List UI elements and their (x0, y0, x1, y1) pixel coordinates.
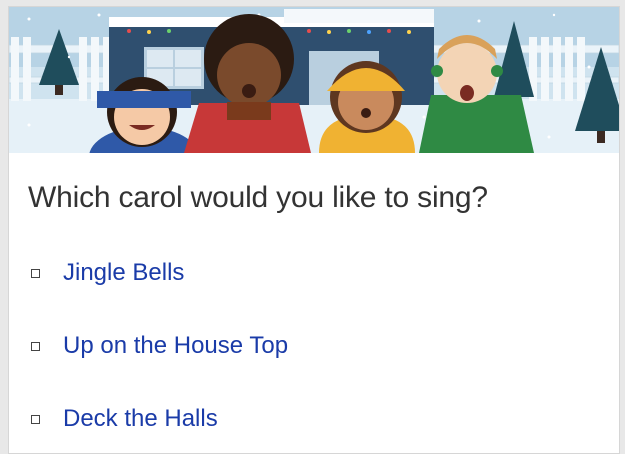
survey-card: Which carol would you like to sing? Jing… (8, 6, 620, 454)
option-up-on-the-house-top[interactable]: Up on the House Top (28, 326, 288, 366)
carolers-banner-image (9, 7, 619, 153)
option-label[interactable]: Jingle Bells (63, 259, 184, 287)
checkbox-icon[interactable] (31, 268, 40, 278)
option-deck-the-halls[interactable]: Deck the Halls (28, 399, 218, 439)
option-label[interactable]: Up on the House Top (63, 332, 288, 360)
checkbox-icon[interactable] (31, 414, 40, 424)
option-label[interactable]: Deck the Halls (63, 405, 218, 433)
survey-question: Which carol would you like to sing? (28, 181, 488, 214)
checkbox-icon[interactable] (31, 341, 40, 351)
option-jingle-bells[interactable]: Jingle Bells (28, 253, 184, 293)
